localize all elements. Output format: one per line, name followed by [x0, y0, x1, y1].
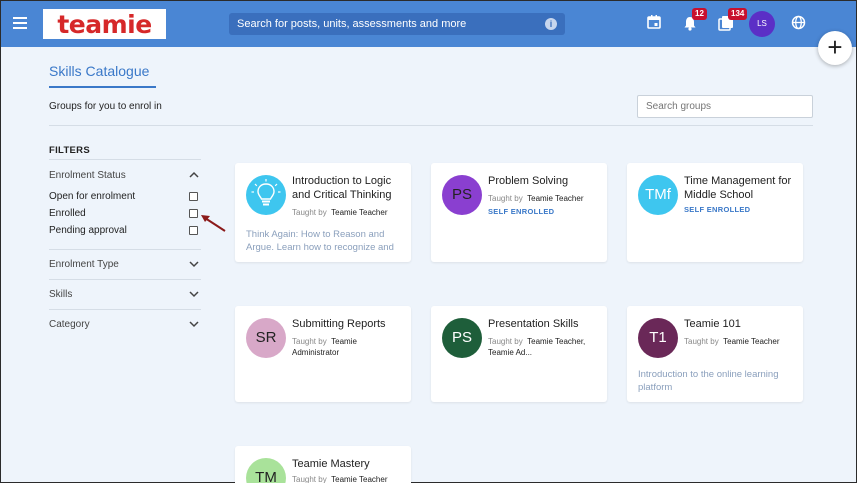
user-avatar[interactable]: LS — [749, 11, 775, 37]
filter-enrolment-type[interactable]: Enrolment Type — [49, 259, 119, 270]
logo-text: teamie — [57, 9, 152, 39]
card-title[interactable]: Problem Solving — [488, 174, 600, 188]
filter-category[interactable]: Category — [49, 319, 90, 330]
page-subtitle: Groups for you to enrol in — [49, 101, 162, 112]
divider — [49, 125, 813, 126]
card-description: Introduction to the online learning plat… — [638, 369, 779, 393]
card-avatar: T1 — [638, 318, 678, 358]
chevron-down-icon[interactable] — [189, 259, 199, 269]
global-search-placeholder: Search for posts, units, assessments and… — [237, 18, 467, 30]
library-badge: 134 — [728, 8, 748, 20]
open-for-enrolment-checkbox[interactable] — [189, 192, 198, 201]
divider — [49, 159, 201, 160]
option-open-for-enrolment: Open for enrolment — [49, 191, 136, 202]
create-plus-button[interactable]: + — [818, 31, 852, 65]
taught-by: Taught by Teamie Teacher, Teamie Ad... — [488, 337, 586, 357]
card-avatar: SR — [246, 318, 286, 358]
divider — [49, 309, 201, 310]
page-title: Skills Catalogue — [49, 63, 150, 79]
globe-icon[interactable] — [791, 15, 806, 30]
self-enrolled-badge: SELF ENROLLED — [684, 205, 751, 214]
top-bar: teamie Search for posts, units, assessme… — [1, 1, 856, 47]
group-card[interactable]: PS Problem Solving Taught by Teamie Teac… — [431, 163, 607, 262]
group-card[interactable]: Introduction to Logic and Critical Think… — [235, 163, 411, 262]
group-card[interactable]: PS Presentation Skills Taught by Teamie … — [431, 306, 607, 402]
card-title[interactable]: Presentation Skills — [488, 317, 600, 331]
lightbulb-avatar — [246, 175, 286, 215]
card-title[interactable]: Teamie Mastery — [292, 457, 404, 471]
self-enrolled-badge: SELF ENROLLED — [488, 207, 555, 216]
info-icon[interactable]: i — [545, 18, 557, 30]
card-avatar: TM — [246, 458, 286, 483]
card-title[interactable]: Introduction to Logic and Critical Think… — [292, 174, 404, 202]
option-enrolled: Enrolled — [49, 208, 86, 219]
taught-by: Taught by Teamie Administrator — [292, 337, 357, 357]
notifications-badge: 12 — [692, 8, 707, 20]
title-underline — [49, 86, 156, 88]
enrolled-checkbox[interactable] — [189, 209, 198, 218]
card-avatar: TMf — [638, 175, 678, 215]
chevron-down-icon[interactable] — [189, 319, 199, 329]
card-avatar: PS — [442, 175, 482, 215]
search-groups-input[interactable] — [637, 95, 813, 118]
teamie-logo[interactable]: teamie — [43, 9, 166, 39]
card-description: Think Again: How to Reason and Argue. Le… — [246, 229, 394, 253]
global-search-input[interactable]: Search for posts, units, assessments and… — [229, 13, 565, 35]
group-card[interactable]: TM Teamie Mastery Taught by Teamie Teach… — [235, 446, 411, 483]
card-title[interactable]: Time Management for Middle School — [684, 174, 796, 202]
hamburger-menu-icon[interactable] — [13, 17, 27, 29]
card-avatar: PS — [442, 318, 482, 358]
option-pending-approval: Pending approval — [49, 225, 127, 236]
pending-approval-checkbox[interactable] — [189, 226, 198, 235]
card-title[interactable]: Submitting Reports — [292, 317, 404, 331]
taught-by: Taught by Teamie Teacher — [292, 475, 388, 483]
group-card[interactable]: T1 Teamie 101 Taught by Teamie Teacher I… — [627, 306, 803, 402]
filter-skills[interactable]: Skills — [49, 289, 72, 300]
taught-by: Taught by Teamie Teacher — [488, 194, 584, 203]
annotation-arrow-icon — [201, 215, 226, 232]
divider — [49, 279, 201, 280]
card-title[interactable]: Teamie 101 — [684, 317, 796, 331]
filter-enrolment-status[interactable]: Enrolment Status — [49, 170, 126, 181]
filters-label: FILTERS — [49, 145, 90, 156]
calendar-icon[interactable] — [647, 15, 661, 29]
chevron-up-icon[interactable] — [189, 170, 199, 180]
chevron-down-icon[interactable] — [189, 289, 199, 299]
taught-by: Taught by Teamie Teacher — [292, 208, 388, 217]
divider — [49, 249, 201, 250]
group-card[interactable]: TMf Time Management for Middle School SE… — [627, 163, 803, 262]
lightbulb-icon — [246, 175, 286, 215]
taught-by: Taught by Teamie Teacher — [684, 337, 780, 346]
group-card[interactable]: SR Submitting Reports Taught by Teamie A… — [235, 306, 411, 402]
